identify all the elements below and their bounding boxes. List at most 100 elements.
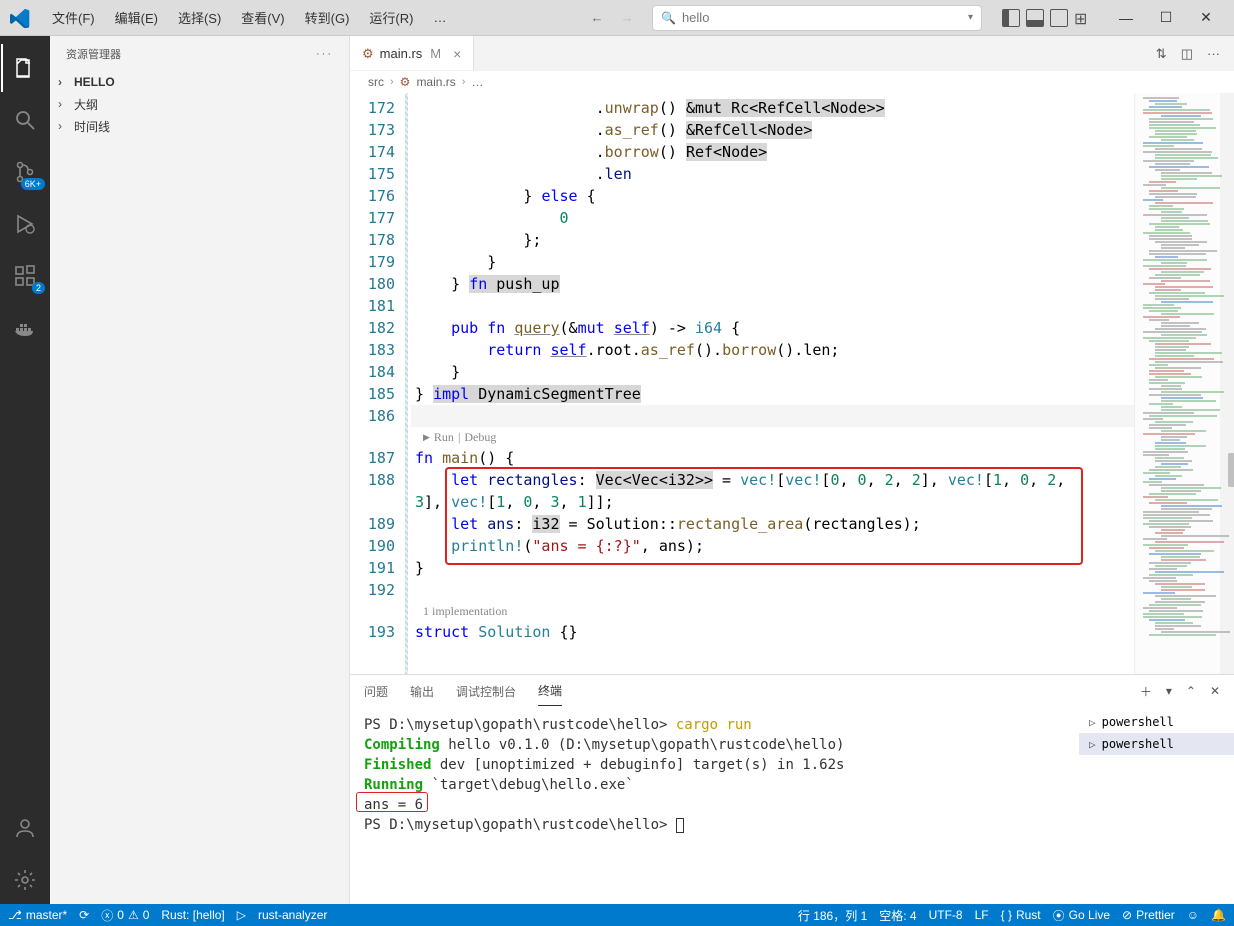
close-panel-icon[interactable]: ✕ — [1210, 684, 1220, 698]
status-bell-icon[interactable]: 🔔 — [1211, 908, 1226, 922]
terminal-list: ▷powershell ▷powershell — [1079, 707, 1234, 904]
chevron-right-icon: › — [58, 97, 70, 111]
rust-file-icon: ⚙ — [362, 46, 374, 62]
status-sync-icon[interactable]: ⟳ — [79, 908, 89, 922]
window-close-button[interactable]: ✕ — [1186, 4, 1226, 32]
nav-back-icon[interactable]: ← — [586, 7, 608, 29]
status-cursor-position[interactable]: 行 186，列 1 — [798, 907, 867, 924]
compare-changes-icon[interactable]: ⇅ — [1156, 46, 1167, 62]
broadcast-icon: ⦿ — [1053, 907, 1065, 924]
status-rust-analyzer[interactable]: rust-analyzer — [258, 908, 327, 922]
line-gutter: 1721731741751761771781791801811821831841… — [350, 93, 405, 674]
activity-extensions-icon[interactable]: 2 — [1, 252, 49, 300]
menu-run[interactable]: 运行(R) — [361, 4, 421, 31]
layout-bottom-icon[interactable] — [1026, 9, 1044, 27]
menu-view[interactable]: 查看(V) — [233, 4, 292, 31]
activity-search-icon[interactable] — [1, 96, 49, 144]
breadcrumb[interactable]: src › ⚙ main.rs › … — [350, 71, 1234, 93]
more-actions-icon[interactable]: ··· — [1207, 46, 1220, 61]
layout-right-icon[interactable] — [1050, 9, 1068, 27]
folder-hello[interactable]: › HELLO — [50, 71, 349, 93]
layout-left-icon[interactable] — [1002, 9, 1020, 27]
status-eol[interactable]: LF — [975, 908, 989, 922]
search-icon: 🔍 — [661, 11, 676, 25]
codelens-run-debug[interactable]: ▶Run | Debug — [411, 427, 1134, 447]
rust-file-icon: ⚙ — [400, 75, 411, 89]
panel-tab-terminal[interactable]: 终端 — [538, 676, 562, 706]
status-encoding[interactable]: UTF-8 — [929, 908, 963, 922]
status-prettier[interactable]: ⊘Prettier — [1122, 908, 1175, 922]
explorer-header: 资源管理器 ··· — [50, 36, 349, 71]
chevron-right-icon: › — [58, 75, 70, 89]
terminal-item[interactable]: ▷powershell — [1079, 711, 1234, 733]
nav-forward-icon[interactable]: → — [616, 7, 638, 29]
explorer-more-icon[interactable]: ··· — [316, 48, 333, 60]
activity-account-icon[interactable] — [1, 804, 49, 852]
menu-more[interactable]: … — [425, 6, 454, 29]
layout-customize-icon[interactable]: ⊞ — [1074, 9, 1092, 27]
explorer-title: 资源管理器 — [66, 46, 121, 62]
menu-edit[interactable]: 编辑(E) — [107, 4, 166, 31]
activity-bar: 6K+ 2 — [0, 36, 50, 904]
terminal-icon: ▷ — [1089, 716, 1096, 729]
panel-tab-output[interactable]: 输出 — [410, 677, 434, 706]
terminal-cursor — [676, 818, 684, 833]
window-minimize-button[interactable]: — — [1106, 4, 1146, 32]
source-control-badge: 6K+ — [21, 178, 45, 190]
maximize-panel-icon[interactable]: ⌃ — [1186, 684, 1196, 698]
codelens-implementations[interactable]: 1 implementation — [411, 601, 1134, 621]
code-editor[interactable]: 1721731741751761771781791801811821831841… — [350, 93, 1234, 674]
menu-goto[interactable]: 转到(G) — [297, 4, 358, 31]
menu-file[interactable]: 文件(F) — [44, 4, 103, 31]
activity-docker-icon[interactable] — [1, 304, 49, 352]
minimap-viewport[interactable] — [1228, 453, 1234, 487]
chevron-right-icon: › — [58, 119, 70, 133]
status-rust-project[interactable]: Rust: [hello] — [161, 908, 224, 922]
chevron-right-icon: › — [462, 76, 466, 88]
extensions-badge: 2 — [32, 282, 45, 294]
vscode-logo-icon — [8, 6, 32, 30]
status-indentation[interactable]: 空格: 4 — [879, 907, 916, 924]
chevron-down-icon: ▾ — [968, 12, 973, 23]
editor-tabs: ⚙ main.rs M × ⇅ ◫ ··· — [350, 36, 1234, 71]
window-maximize-button[interactable]: ☐ — [1146, 4, 1186, 32]
chevron-right-icon: › — [390, 76, 394, 88]
editor-area: ⚙ main.rs M × ⇅ ◫ ··· src › ⚙ main.rs › … — [350, 36, 1234, 904]
terminal-dropdown-icon[interactable]: ▾ — [1166, 684, 1172, 698]
activity-settings-icon[interactable] — [1, 856, 49, 904]
status-bar: ⎇master* ⟳ ⓧ0 ⚠0 Rust: [hello] ▷ rust-an… — [0, 904, 1234, 926]
menu-select[interactable]: 选择(S) — [170, 4, 229, 31]
tab-main-rs[interactable]: ⚙ main.rs M × — [350, 36, 474, 71]
panel-tab-problems[interactable]: 问题 — [364, 677, 388, 706]
terminal-output[interactable]: PS D:\mysetup\gopath\rustcode\hello> car… — [350, 707, 1079, 904]
error-icon: ⓧ — [101, 907, 113, 924]
timeline-section[interactable]: › 时间线 — [50, 115, 349, 137]
warning-icon: ⚠ — [128, 908, 139, 922]
panel-tab-debug-console[interactable]: 调试控制台 — [456, 677, 516, 706]
split-editor-icon[interactable]: ◫ — [1181, 46, 1193, 62]
prettier-icon: ⊘ — [1122, 908, 1132, 922]
activity-source-control-icon[interactable]: 6K+ — [1, 148, 49, 196]
minimap[interactable] — [1134, 93, 1234, 674]
terminal-icon: ▷ — [1089, 738, 1096, 751]
code-content[interactable]: .unwrap() &mut Rc<RefCell<Node>> .as_ref… — [411, 93, 1134, 674]
outline-section[interactable]: › 大纲 — [50, 93, 349, 115]
new-terminal-icon[interactable]: ＋ — [1140, 683, 1152, 700]
close-icon[interactable]: × — [453, 46, 461, 62]
status-problems[interactable]: ⓧ0 ⚠0 — [101, 907, 149, 924]
git-branch-icon: ⎇ — [8, 908, 22, 922]
search-text: hello — [682, 10, 709, 25]
braces-icon: { } — [1001, 908, 1012, 922]
status-go-live[interactable]: ⦿Go Live — [1053, 907, 1110, 924]
status-language[interactable]: { }Rust — [1001, 908, 1041, 922]
title-bar: 文件(F) 编辑(E) 选择(S) 查看(V) 转到(G) 运行(R) … ← … — [0, 0, 1234, 36]
activity-explorer-icon[interactable] — [1, 44, 49, 92]
terminal-item[interactable]: ▷powershell — [1079, 733, 1234, 755]
command-center-search[interactable]: 🔍 hello ▾ — [652, 5, 982, 31]
bottom-panel: 问题 输出 调试控制台 终端 ＋ ▾ ⌃ ✕ PS D:\mysetup\gop… — [350, 674, 1234, 904]
status-feedback-icon[interactable]: ☺ — [1187, 908, 1199, 922]
activity-run-debug-icon[interactable] — [1, 200, 49, 248]
status-run-icon[interactable]: ▷ — [237, 908, 246, 922]
panel-tabs: 问题 输出 调试控制台 终端 ＋ ▾ ⌃ ✕ — [350, 675, 1234, 707]
status-branch[interactable]: ⎇master* — [8, 908, 67, 922]
